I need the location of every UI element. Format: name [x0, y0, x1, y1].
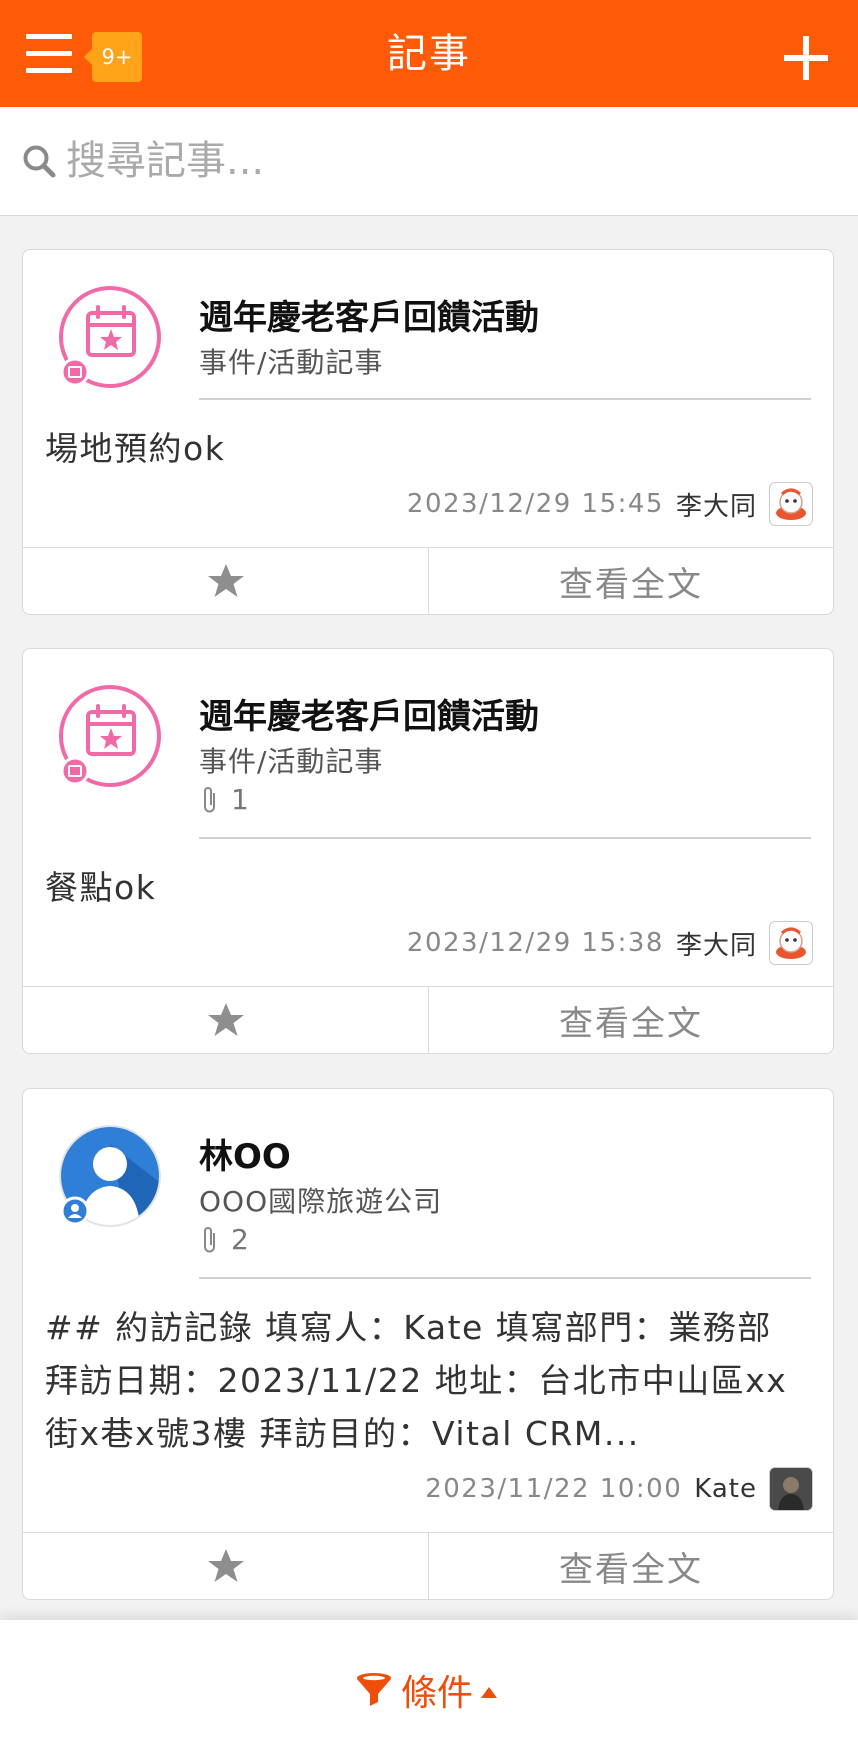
view-full-button[interactable]: 查看全文: [429, 548, 833, 614]
note-card[interactable]: 週年慶老客戶回饋活動 事件/活動記事 場地預約ok 2023/12/29 15:…: [22, 249, 834, 615]
star-icon: [207, 1549, 244, 1582]
bottom-bar: 條件: [0, 1620, 858, 1748]
favorite-button[interactable]: [23, 987, 429, 1053]
view-full-button[interactable]: 查看全文: [429, 1533, 833, 1599]
note-actions: 查看全文: [23, 986, 833, 1053]
attachment-number: 2: [231, 1223, 249, 1256]
paperclip-icon: [204, 1226, 215, 1252]
note-datetime: 2023/12/29 15:38: [406, 928, 664, 958]
note-body: 餐點ok: [45, 868, 157, 907]
author-avatar: [769, 1467, 813, 1511]
filter-button[interactable]: 條件: [355, 1664, 498, 1716]
attachment-count: 1: [201, 783, 249, 816]
author-avatar: [769, 482, 813, 526]
note-datetime: 2023/12/29 15:45: [406, 489, 664, 519]
note-title: 林OO: [199, 1137, 291, 1177]
note-meta: 2023/11/22 10:00 Kate: [425, 1467, 813, 1511]
search-input[interactable]: [66, 131, 826, 191]
note-actions: 查看全文: [23, 1532, 833, 1599]
note-meta: 2023/12/29 15:38 李大同: [407, 921, 813, 965]
favorite-button[interactable]: [23, 548, 429, 614]
note-category: 事件/活動記事: [199, 346, 384, 379]
star-icon: [207, 1003, 244, 1036]
star-icon: [207, 564, 244, 597]
note-card[interactable]: 林OO OOO國際旅遊公司 2 ## 約訪記錄 填寫人：Kate 填寫部門：業務…: [22, 1088, 834, 1600]
add-note-button[interactable]: [784, 36, 828, 80]
search-bar: [0, 107, 858, 216]
filter-label: 條件: [401, 1673, 474, 1714]
note-title: 週年慶老客戶回饋活動: [199, 697, 539, 737]
divider: [199, 837, 811, 839]
note-company: OOO國際旅遊公司: [199, 1185, 443, 1218]
note-datetime: 2023/11/22 10:00: [425, 1474, 683, 1504]
paperclip-icon: [204, 786, 215, 812]
note-category: 事件/活動記事: [199, 745, 384, 778]
caret-up-icon: [481, 1686, 498, 1698]
search-icon: [23, 145, 56, 178]
top-bar: 9+ 記事: [0, 0, 858, 107]
divider: [199, 1277, 811, 1279]
favorite-button[interactable]: [23, 1533, 429, 1599]
attachment-number: 1: [231, 783, 249, 816]
contact-avatar: [58, 1124, 162, 1228]
note-author: 李大同: [675, 930, 757, 961]
attachment-count: 2: [201, 1223, 249, 1256]
note-meta: 2023/12/29 15:45 李大同: [407, 482, 813, 526]
note-body: ## 約訪記錄 填寫人：Kate 填寫部門：業務部 拜訪日期：2023/11/2…: [45, 1308, 788, 1453]
page-title: 記事: [387, 31, 471, 77]
note-title: 週年慶老客戶回饋活動: [199, 298, 539, 338]
note-author: 李大同: [675, 491, 757, 522]
author-avatar: [769, 921, 813, 965]
divider: [199, 398, 811, 400]
note-body: 場地預約ok: [45, 429, 226, 468]
view-full-button[interactable]: 查看全文: [429, 987, 833, 1053]
note-actions: 查看全文: [23, 547, 833, 614]
event-icon: [58, 285, 162, 389]
event-icon: [58, 684, 162, 788]
note-author: Kate: [694, 1474, 757, 1504]
filter-icon: [357, 1673, 391, 1706]
note-card[interactable]: 週年慶老客戶回饋活動 事件/活動記事 1 餐點ok 2023/12/29 15:…: [22, 648, 834, 1054]
